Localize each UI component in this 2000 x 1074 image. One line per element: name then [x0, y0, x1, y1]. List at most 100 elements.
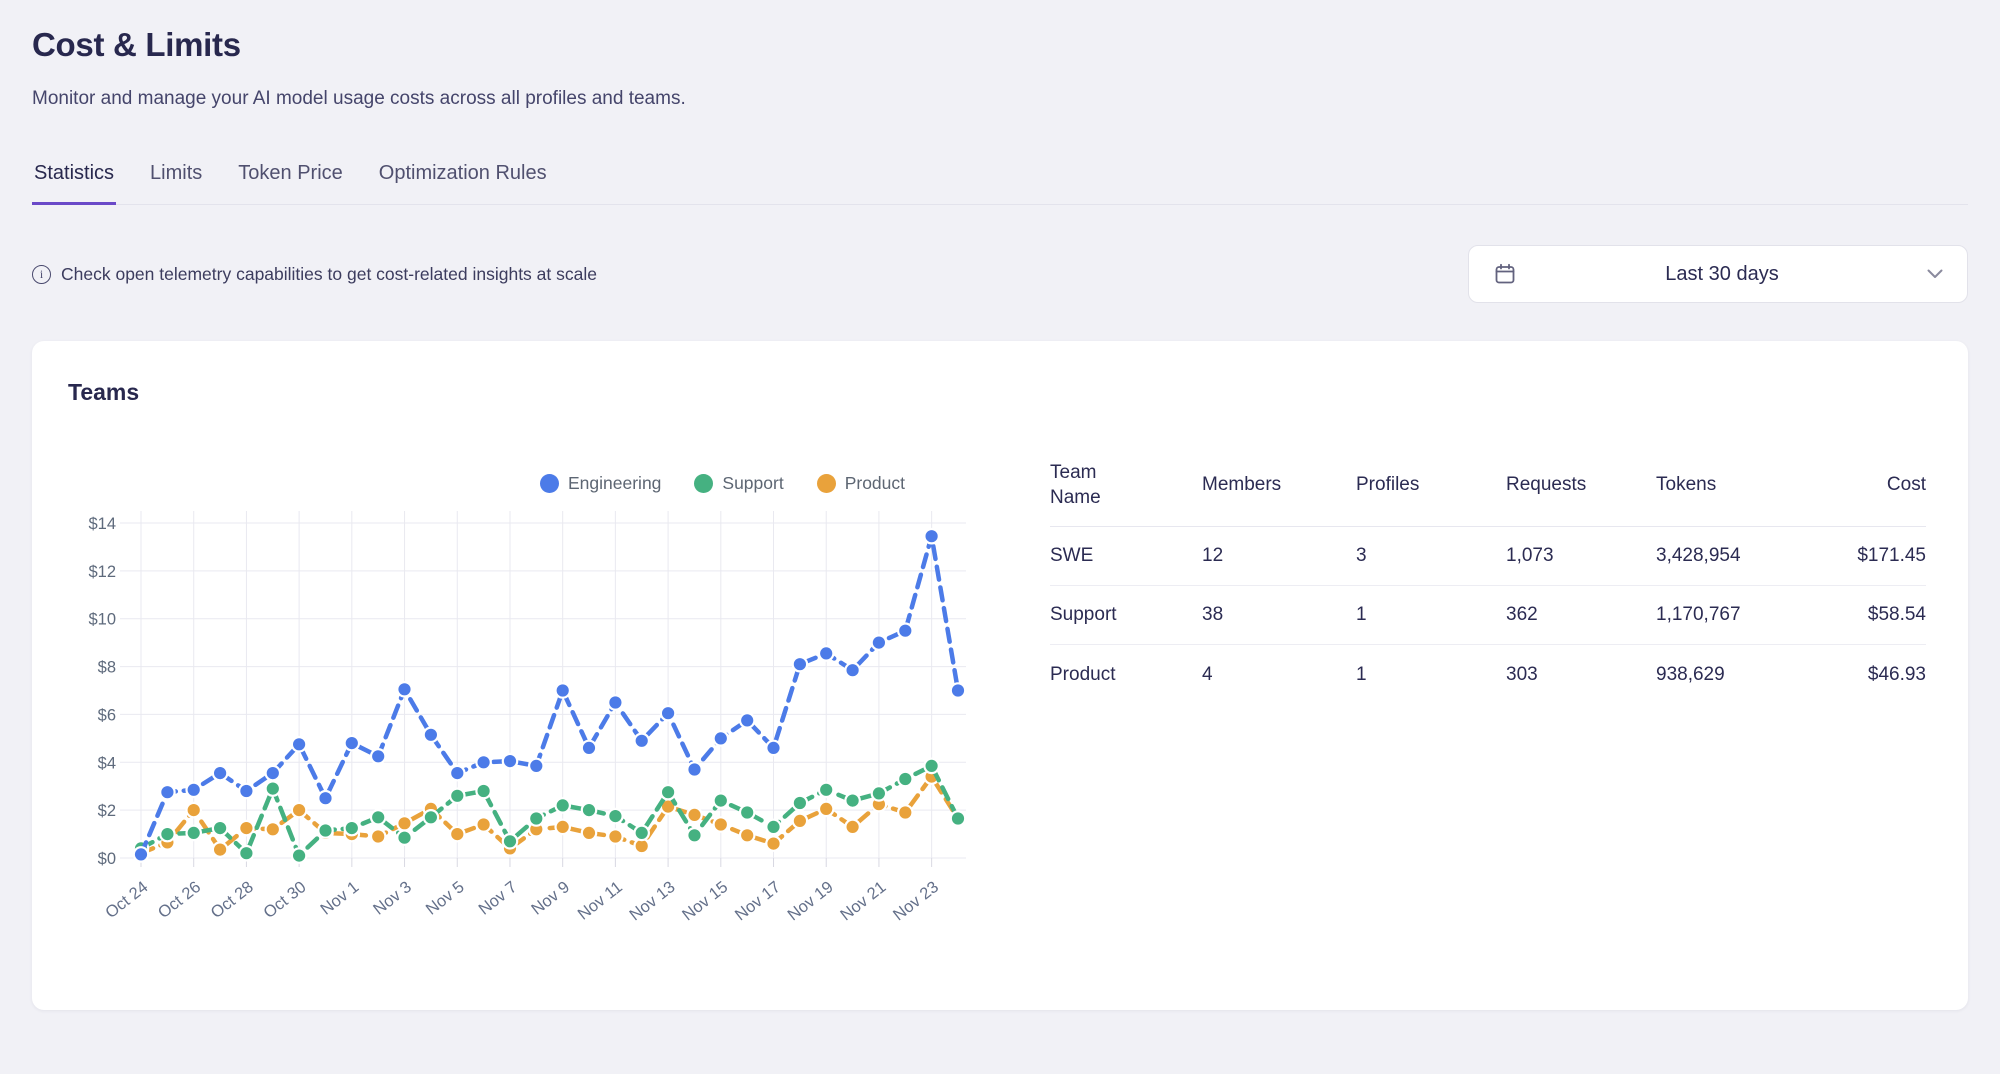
- data-point-engineering: [134, 847, 148, 861]
- cell-requests: 1,073: [1506, 545, 1656, 567]
- data-point-product: [239, 821, 253, 835]
- cell-members: 4: [1202, 664, 1356, 686]
- x-axis-label: Nov 17: [732, 878, 784, 924]
- y-axis-label: $12: [88, 563, 116, 581]
- data-point-engineering: [924, 529, 938, 543]
- cell-profiles: 1: [1356, 664, 1506, 686]
- y-axis-label: $10: [88, 611, 116, 629]
- y-axis-label: $2: [98, 802, 116, 820]
- data-point-engineering: [951, 683, 965, 697]
- data-point-support: [924, 759, 938, 773]
- data-point-support: [793, 796, 807, 810]
- x-axis-label: Oct 30: [260, 878, 309, 922]
- data-point-support: [450, 789, 464, 803]
- data-point-engineering: [450, 766, 464, 780]
- legend-item-engineering[interactable]: Engineering: [540, 473, 661, 494]
- calendar-icon: [1493, 262, 1517, 286]
- legend-label: Support: [722, 473, 783, 494]
- tab-optimization-rules[interactable]: Optimization Rules: [377, 154, 549, 205]
- teams-table-header: Team NameMembersProfilesRequestsTokensCo…: [1050, 443, 1926, 527]
- data-point-product: [766, 836, 780, 850]
- x-axis-label: Oct 26: [155, 878, 204, 922]
- telemetry-hint-text: Check open telemetry capabilities to get…: [61, 264, 597, 285]
- data-point-product: [845, 820, 859, 834]
- data-point-engineering: [292, 737, 306, 751]
- column-header-members: Members: [1202, 472, 1356, 497]
- data-point-engineering: [213, 766, 227, 780]
- teams-card-title: Teams: [68, 379, 139, 406]
- cell-members: 12: [1202, 545, 1356, 567]
- cell-cost: $46.93: [1836, 664, 1926, 686]
- data-point-support: [740, 805, 754, 819]
- x-axis-label: Nov 9: [528, 878, 573, 919]
- data-point-product: [266, 822, 280, 836]
- data-point-engineering: [318, 791, 332, 805]
- legend-dot-product: [817, 474, 836, 493]
- data-point-engineering: [582, 741, 596, 755]
- x-axis-label: Oct 24: [102, 878, 151, 922]
- data-point-engineering: [345, 736, 359, 750]
- data-point-support: [898, 772, 912, 786]
- chevron-down-icon: [1927, 269, 1943, 279]
- data-point-product: [292, 803, 306, 817]
- table-row-swe: SWE1231,0733,428,954$171.45: [1050, 527, 1926, 586]
- data-point-product: [740, 828, 754, 842]
- cell-team: Support: [1050, 604, 1202, 626]
- x-axis-label: Nov 13: [626, 878, 678, 924]
- data-point-product: [187, 803, 201, 817]
- x-axis-label: Nov 19: [784, 878, 836, 924]
- date-range-select[interactable]: Last 30 days: [1468, 245, 1968, 303]
- y-axis-label: $0: [98, 850, 116, 868]
- column-header-profiles: Profiles: [1356, 472, 1506, 497]
- data-point-product: [450, 827, 464, 841]
- chart-legend: Engineering Support Product: [540, 473, 905, 494]
- tab-limits[interactable]: Limits: [148, 154, 204, 205]
- teams-card: Teams EngineeringSupportProduct $0$2$4$6…: [32, 341, 1968, 1010]
- data-point-engineering: [503, 754, 517, 768]
- data-point-support: [345, 821, 359, 835]
- legend-item-support[interactable]: Support: [694, 473, 783, 494]
- x-axis-label: Nov 11: [575, 878, 626, 924]
- data-point-engineering: [266, 766, 280, 780]
- cell-tokens: 1,170,767: [1656, 604, 1836, 626]
- x-axis-label: Nov 5: [423, 878, 468, 919]
- table-row-product: Product41303938,629$46.93: [1050, 645, 1926, 704]
- data-point-engineering: [371, 749, 385, 763]
- legend-item-product[interactable]: Product: [817, 473, 905, 494]
- cell-tokens: 938,629: [1656, 664, 1836, 686]
- data-point-engineering: [556, 683, 570, 697]
- data-point-engineering: [845, 663, 859, 677]
- tab-bar: Statistics Limits Token Price Optimization …: [32, 154, 1968, 205]
- data-point-support: [318, 823, 332, 837]
- data-point-support: [661, 785, 675, 799]
- legend-dot-engineering: [540, 474, 559, 493]
- column-header-tokens: Tokens: [1656, 472, 1836, 497]
- data-point-support: [766, 820, 780, 834]
- legend-label: Engineering: [568, 473, 661, 494]
- data-point-product: [582, 826, 596, 840]
- data-point-support: [424, 810, 438, 824]
- legend-label: Product: [845, 473, 905, 494]
- data-point-engineering: [793, 657, 807, 671]
- data-point-engineering: [661, 706, 675, 720]
- data-point-engineering: [476, 755, 490, 769]
- data-point-support: [371, 810, 385, 824]
- cell-team: SWE: [1050, 545, 1202, 567]
- cell-cost: $58.54: [1836, 604, 1926, 626]
- data-point-support: [556, 798, 570, 812]
- data-point-support: [292, 848, 306, 862]
- y-axis-label: $14: [88, 515, 116, 533]
- data-point-support: [529, 811, 543, 825]
- data-point-product: [793, 814, 807, 828]
- cell-tokens: 3,428,954: [1656, 545, 1836, 567]
- tab-statistics[interactable]: Statistics: [32, 154, 116, 205]
- y-axis-label: $4: [98, 754, 116, 772]
- data-point-support: [397, 831, 411, 845]
- date-range-value: Last 30 days: [1517, 263, 1927, 286]
- teams-table: Team NameMembersProfilesRequestsTokensCo…: [1050, 443, 1926, 704]
- telemetry-hint: i Check open telemetry capabilities to g…: [32, 264, 597, 285]
- tab-token-price[interactable]: Token Price: [236, 154, 345, 205]
- info-circle-icon: i: [32, 265, 51, 284]
- data-point-engineering: [635, 734, 649, 748]
- data-point-product: [476, 817, 490, 831]
